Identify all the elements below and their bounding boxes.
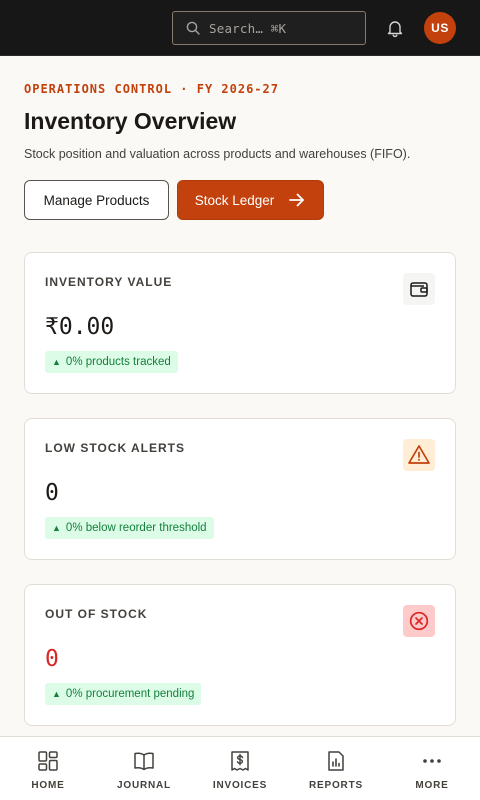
grid-icon	[36, 749, 60, 773]
inventory-value-card: INVENTORY VALUE ₹0.00 ▲ 0% products trac…	[24, 252, 456, 394]
nav-item-more[interactable]: MORE	[384, 737, 480, 800]
card-value: 0	[45, 480, 59, 506]
nav-label: REPORTS	[309, 780, 363, 791]
status-badge: ▲ 0% below reorder threshold	[45, 517, 214, 539]
bottom-nav: HOME JOURNAL INVOICES REPORTS MORE	[0, 736, 480, 800]
card-value: 0	[45, 646, 59, 672]
trend-up-icon: ▲	[52, 357, 61, 367]
bell-icon[interactable]	[385, 18, 405, 38]
low-stock-alerts-card: LOW STOCK ALERTS 0 ▲ 0% below reorder th…	[24, 418, 456, 560]
nav-label: HOME	[31, 780, 65, 791]
search-input[interactable]: Search… ⌘K	[172, 11, 366, 45]
manage-products-label: Manage Products	[43, 192, 150, 208]
nav-item-home[interactable]: HOME	[0, 737, 96, 800]
search-icon	[185, 20, 201, 36]
receipt-icon	[228, 749, 252, 773]
page-title: Inventory Overview	[24, 108, 237, 134]
arrow-right-icon	[288, 191, 306, 209]
card-label: LOW STOCK ALERTS	[45, 441, 185, 455]
badge-text: 0% products tracked	[65, 356, 171, 368]
search-placeholder: Search… ⌘K	[209, 20, 287, 36]
stock-ledger-label: Stock Ledger	[194, 192, 275, 208]
more-icon	[420, 749, 444, 773]
nav-item-journal[interactable]: JOURNAL	[96, 737, 192, 800]
wallet-icon	[403, 273, 435, 305]
nav-item-invoices[interactable]: INVOICES	[192, 737, 288, 800]
badge-text: 0% procurement pending	[65, 688, 195, 700]
card-label: INVENTORY VALUE	[45, 275, 173, 289]
report-icon	[324, 749, 348, 773]
trend-up-icon: ▲	[52, 523, 61, 533]
badge-text: 0% below reorder threshold	[65, 522, 207, 534]
x-circle-icon	[403, 605, 435, 637]
book-icon	[132, 749, 156, 773]
nav-label: JOURNAL	[117, 780, 171, 791]
status-badge: ▲ 0% procurement pending	[45, 683, 202, 705]
nav-label: INVOICES	[212, 780, 268, 791]
nav-label: MORE	[415, 780, 449, 791]
page-subtitle: Stock position and valuation across prod…	[24, 147, 411, 161]
card-value: ₹0.00	[45, 314, 115, 340]
top-bar: Search… ⌘K US	[0, 0, 480, 56]
status-badge: ▲ 0% products tracked	[45, 351, 178, 373]
card-label: OUT OF STOCK	[45, 607, 148, 621]
out-of-stock-card: OUT OF STOCK 0 ▲ 0% procurement pending	[24, 584, 456, 726]
stock-ledger-button[interactable]: Stock Ledger	[177, 180, 324, 220]
nav-item-reports[interactable]: REPORTS	[288, 737, 384, 800]
manage-products-button[interactable]: Manage Products	[24, 180, 169, 220]
warning-triangle-icon	[403, 439, 435, 471]
avatar[interactable]: US	[424, 12, 456, 44]
trend-up-icon: ▲	[52, 689, 61, 699]
page-eyebrow: OPERATIONS CONTROL · FY 2026-27	[24, 82, 279, 96]
